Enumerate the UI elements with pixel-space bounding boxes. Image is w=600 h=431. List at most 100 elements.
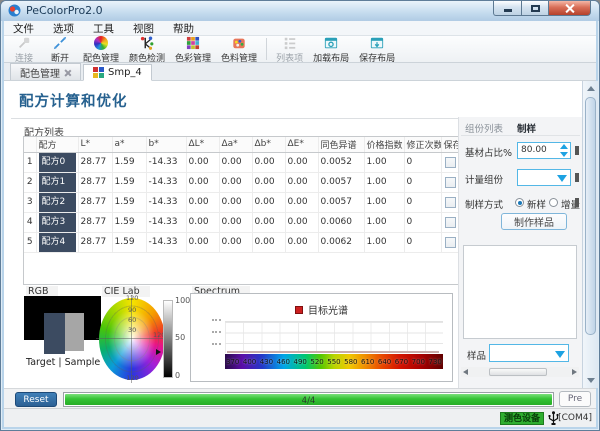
- scrollbar-thumb[interactable]: [585, 97, 596, 335]
- save-cell: [441, 192, 459, 212]
- toolbar-disconnect[interactable]: 断开: [42, 36, 78, 62]
- menu-item-help[interactable]: 帮助: [173, 21, 194, 36]
- cell-price: 1.00: [364, 192, 404, 212]
- horizontal-scrollbar[interactable]: [461, 367, 579, 377]
- clipped-text-fragment: [575, 146, 579, 155]
- cell-b: -14.33: [146, 212, 186, 232]
- cell-a: 1.59: [112, 212, 146, 232]
- tab-component-list[interactable]: 组份列表: [465, 121, 503, 135]
- recipe-row[interactable]: 1 配方0 28.77 1.59 -14.33 0.00 0.00 0.00 0…: [24, 152, 459, 172]
- spin-down-icon[interactable]: [560, 152, 568, 157]
- save-checkbox[interactable]: [445, 157, 456, 168]
- close-button[interactable]: [548, 1, 591, 16]
- col-db[interactable]: Δb*: [252, 137, 285, 152]
- radio-new-sample[interactable]: [515, 198, 524, 207]
- col-b[interactable]: b*: [146, 137, 186, 152]
- chevron-down-icon[interactable]: [555, 351, 565, 358]
- cell-corrections: 0: [404, 192, 441, 212]
- col-dL[interactable]: ΔL*: [186, 137, 219, 152]
- menu-item-tools[interactable]: 工具: [93, 21, 114, 36]
- make-sample-button[interactable]: 制作样品: [501, 213, 567, 230]
- recipe-row[interactable]: 4 配方3 28.77 1.59 -14.33 0.00 0.00 0.00 0…: [24, 212, 459, 232]
- col-recipe[interactable]: 配方: [36, 137, 78, 152]
- close-tab-icon[interactable]: [64, 69, 71, 76]
- cell-da: 0.00: [219, 212, 252, 232]
- menu-item-options[interactable]: 选项: [53, 21, 74, 36]
- scroll-up-icon[interactable]: [587, 86, 595, 91]
- tab-make-sample[interactable]: 制样: [517, 121, 536, 135]
- recipe-row[interactable]: 5 配方4 28.77 1.59 -14.33 0.00 0.00 0.00 0…: [24, 232, 459, 252]
- clipped-text-fragment: [575, 173, 579, 182]
- page-title: 配方计算和优化: [19, 90, 128, 111]
- cielab-tick-ring: 90: [128, 306, 136, 314]
- col-corrections[interactable]: 修正次数: [404, 137, 441, 152]
- reset-button[interactable]: Reset: [15, 392, 57, 407]
- wavelength-axis: 370 400 430 460 490 520 550 580 610 640 …: [225, 354, 443, 369]
- toolbar-connect[interactable]: 连接: [6, 36, 42, 62]
- component-listbox[interactable]: [463, 245, 577, 339]
- action-bar: Reset 4/4 Pre: [4, 388, 596, 408]
- cell-a: 1.59: [112, 152, 146, 172]
- recipe-row[interactable]: 3 配方2 28.77 1.59 -14.33 0.00 0.00 0.00 0…: [24, 192, 459, 212]
- scroll-left-icon[interactable]: [463, 369, 468, 375]
- cell-metamerism: 0.0062: [318, 232, 364, 252]
- radio-new-sample-label[interactable]: 新样: [527, 197, 546, 211]
- toolbar-color-matching[interactable]: 配色管理: [78, 36, 124, 62]
- cell-db: 0.00: [252, 172, 285, 192]
- recipe-name-cell[interactable]: 配方0: [36, 152, 78, 172]
- cell-dE: 0.00: [285, 172, 318, 192]
- toolbar-color-manage[interactable]: 色彩管理: [170, 36, 216, 62]
- recipe-name-cell[interactable]: 配方4: [36, 232, 78, 252]
- col-metamerism[interactable]: 同色异谱: [318, 137, 364, 152]
- radio-increment[interactable]: [549, 198, 558, 207]
- save-checkbox[interactable]: [445, 237, 456, 248]
- col-a[interactable]: a*: [112, 137, 146, 152]
- toolbar-load-layout[interactable]: 加载布局: [308, 36, 354, 62]
- metering-combobox[interactable]: [517, 169, 571, 186]
- save-checkbox[interactable]: [445, 197, 456, 208]
- maximize-button[interactable]: [521, 1, 549, 16]
- toolbar-list-items[interactable]: 列表项: [271, 36, 308, 62]
- toolbar-color-detect[interactable]: 颜色检测: [124, 36, 170, 62]
- menu-item-file[interactable]: 文件: [13, 21, 34, 36]
- tab-color-matching[interactable]: 配色管理: [10, 63, 81, 80]
- scroll-right-icon[interactable]: [572, 369, 577, 375]
- col-save[interactable]: 保存: [441, 137, 459, 152]
- cell-da: 0.00: [219, 152, 252, 172]
- vertical-scrollbar[interactable]: [582, 81, 598, 388]
- scrollbar-thumb[interactable]: [489, 368, 547, 376]
- scroll-down-icon[interactable]: [587, 378, 595, 383]
- col-dE[interactable]: ΔE*: [285, 137, 318, 152]
- col-da[interactable]: Δa*: [219, 137, 252, 152]
- cell-price: 1.00: [364, 212, 404, 232]
- disconnect-icon: [53, 36, 67, 50]
- cell-L: 28.77: [78, 172, 112, 192]
- base-ratio-spinner[interactable]: 80.00: [517, 142, 571, 159]
- save-checkbox[interactable]: [445, 177, 456, 188]
- recipe-name-cell[interactable]: 配方3: [36, 212, 78, 232]
- recipe-name-cell[interactable]: 配方2: [36, 192, 78, 212]
- table-header-row: 配方 L* a* b* ΔL* Δa* Δb* ΔE* 同色异谱 价格指数 修正…: [24, 137, 459, 152]
- menu-item-view[interactable]: 视图: [133, 21, 154, 36]
- spin-up-icon[interactable]: [560, 144, 568, 149]
- wavelength-tick: 430: [260, 358, 273, 366]
- lightness-tick-50: 50: [175, 333, 185, 342]
- minimize-button[interactable]: [493, 1, 522, 16]
- save-cell: [441, 172, 459, 192]
- sample-tab-icon: [93, 67, 104, 78]
- recipe-row[interactable]: 2 配方1 28.77 1.59 -14.33 0.00 0.00 0.00 0…: [24, 172, 459, 192]
- sample-combobox[interactable]: [489, 344, 569, 362]
- chevron-down-icon[interactable]: [557, 175, 567, 182]
- tab-smp4[interactable]: Smp_4: [83, 64, 152, 81]
- cell-metamerism: 0.0060: [318, 212, 364, 232]
- pre-button[interactable]: Pre: [559, 391, 591, 407]
- tab-label: 配色管理: [20, 65, 60, 80]
- col-price-index[interactable]: 价格指数: [364, 137, 404, 152]
- rgb-caption: Target | Sample: [26, 357, 100, 368]
- recipe-name-cell[interactable]: 配方1: [36, 172, 78, 192]
- toolbar-save-layout[interactable]: 保存布局: [354, 36, 400, 62]
- col-L[interactable]: L*: [78, 137, 112, 152]
- cell-L: 28.77: [78, 232, 112, 252]
- save-checkbox[interactable]: [445, 217, 456, 228]
- toolbar-pigment-manage[interactable]: 色料管理: [216, 36, 262, 62]
